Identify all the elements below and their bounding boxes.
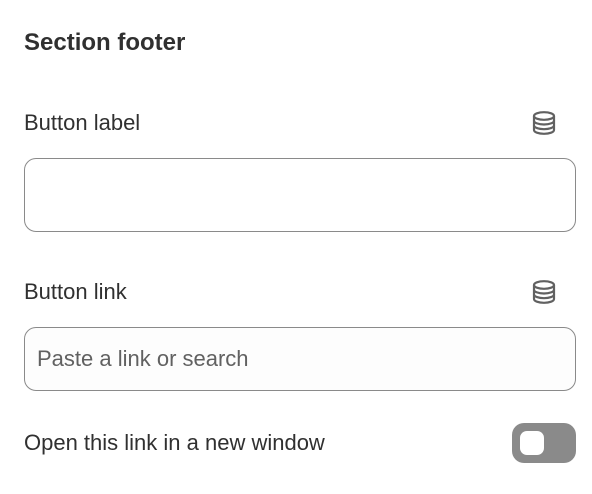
new-window-toggle[interactable] xyxy=(512,423,576,463)
new-window-toggle-label: Open this link in a new window xyxy=(24,430,325,455)
section-title: Section footer xyxy=(24,29,186,56)
button-label-input[interactable] xyxy=(24,158,576,232)
database-icon[interactable] xyxy=(528,107,560,139)
button-label-field-label: Button label xyxy=(24,110,141,135)
button-link-input[interactable] xyxy=(24,327,576,391)
toggle-knob xyxy=(520,431,544,455)
button-link-field-label: Button link xyxy=(24,279,127,304)
database-icon[interactable] xyxy=(528,276,560,308)
section-footer-panel: Section footer Button label Button link … xyxy=(0,0,592,494)
